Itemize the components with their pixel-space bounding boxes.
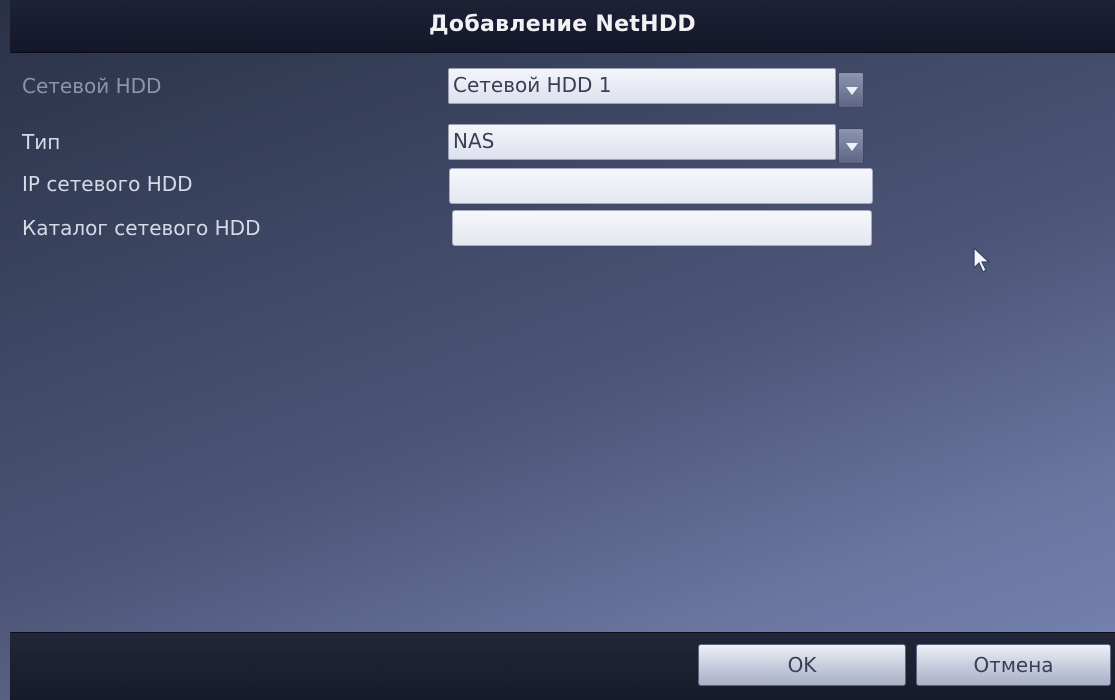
type-label: Тип [22,130,61,154]
dialog-title: Добавление NetHDD [429,12,696,37]
type-value: NAS [453,129,495,153]
ok-button[interactable]: OK [698,644,906,686]
network-hdd-value: Сетевой HDD 1 [453,73,612,97]
ip-input[interactable] [449,168,873,204]
network-hdd-select[interactable]: Сетевой HDD 1 [448,68,836,104]
mouse-pointer-icon [973,246,991,273]
chevron-down-icon[interactable] [838,72,864,108]
dialog-title-bar: Добавление NetHDD [10,0,1115,53]
add-nethdd-dialog: Добавление NetHDD Сетевой HDD Сетевой HD… [0,0,1115,700]
chevron-down-icon[interactable] [838,128,864,164]
cancel-button[interactable]: Отмена [916,644,1111,686]
ip-label: IP сетевого HDD [22,172,193,196]
directory-input[interactable] [452,210,872,246]
directory-label: Каталог сетевого HDD [22,216,261,240]
network-hdd-label: Сетевой HDD [22,74,162,98]
type-select[interactable]: NAS [448,124,836,160]
